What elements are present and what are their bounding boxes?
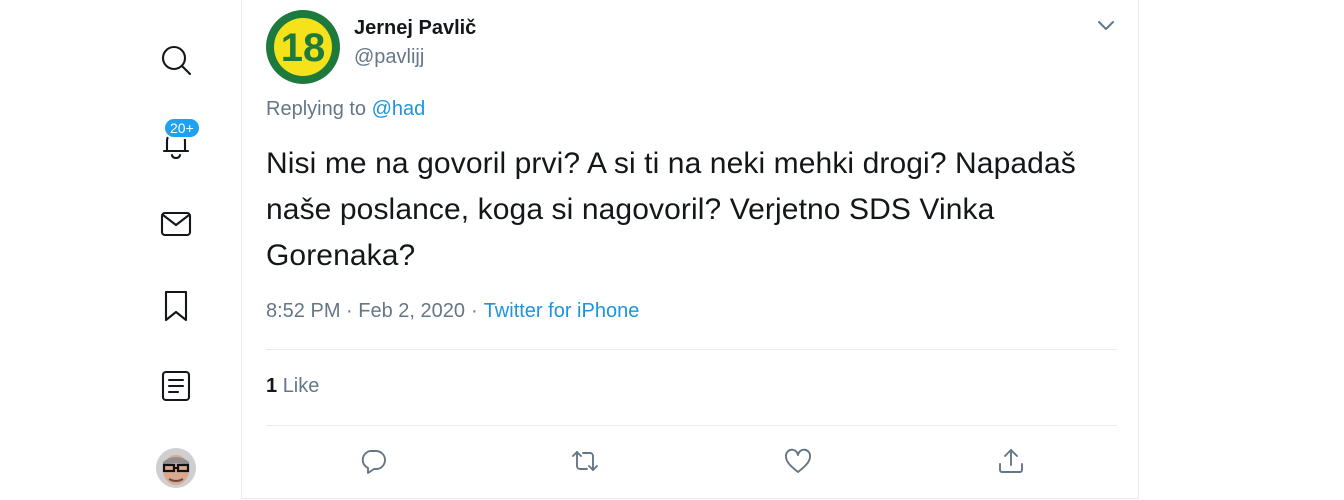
retweet-icon[interactable] [568, 444, 602, 478]
likes-stat[interactable]: 1 Like [266, 375, 319, 398]
sidebar-nav: 20+ [140, 0, 212, 500]
bookmark-icon[interactable] [157, 287, 195, 325]
chevron-down-icon[interactable] [1094, 13, 1118, 37]
reply-icon[interactable] [356, 444, 390, 478]
tweet-detail: 18 Jernej Pavlič @pavlijj Replying to @h… [241, 0, 1139, 499]
profile-avatar[interactable] [156, 448, 196, 488]
meta-separator: · [471, 300, 478, 322]
lists-icon[interactable] [157, 367, 195, 405]
author-name[interactable]: Jernej Pavlič [354, 17, 476, 40]
replying-prefix: Replying to [266, 98, 367, 120]
mail-icon[interactable] [157, 205, 195, 243]
divider [266, 425, 1117, 426]
heart-icon[interactable] [781, 444, 815, 478]
search-icon[interactable] [157, 41, 195, 79]
tweet-meta: 8:52 PM · Feb 2, 2020 · Twitter for iPhone [266, 300, 639, 323]
tweet-source-link[interactable]: Twitter for iPhone [484, 300, 640, 322]
divider [266, 349, 1117, 350]
notification-badge: 20+ [163, 117, 201, 139]
reply-mention-link[interactable]: @had [372, 98, 426, 120]
tweet-text: Nisi me na govoril prvi? A si ti na neki… [266, 147, 1076, 272]
tweet-timestamp[interactable]: 8:52 PM · Feb 2, 2020 [266, 300, 465, 322]
avatar-number: 18 [281, 26, 326, 70]
author-handle[interactable]: @pavlijj [354, 46, 424, 69]
share-icon[interactable] [994, 444, 1028, 478]
replying-to: Replying to @had [266, 98, 425, 121]
likes-count: 1 [266, 375, 278, 397]
likes-label: Like [282, 375, 320, 397]
author-avatar[interactable]: 18 [266, 10, 340, 84]
